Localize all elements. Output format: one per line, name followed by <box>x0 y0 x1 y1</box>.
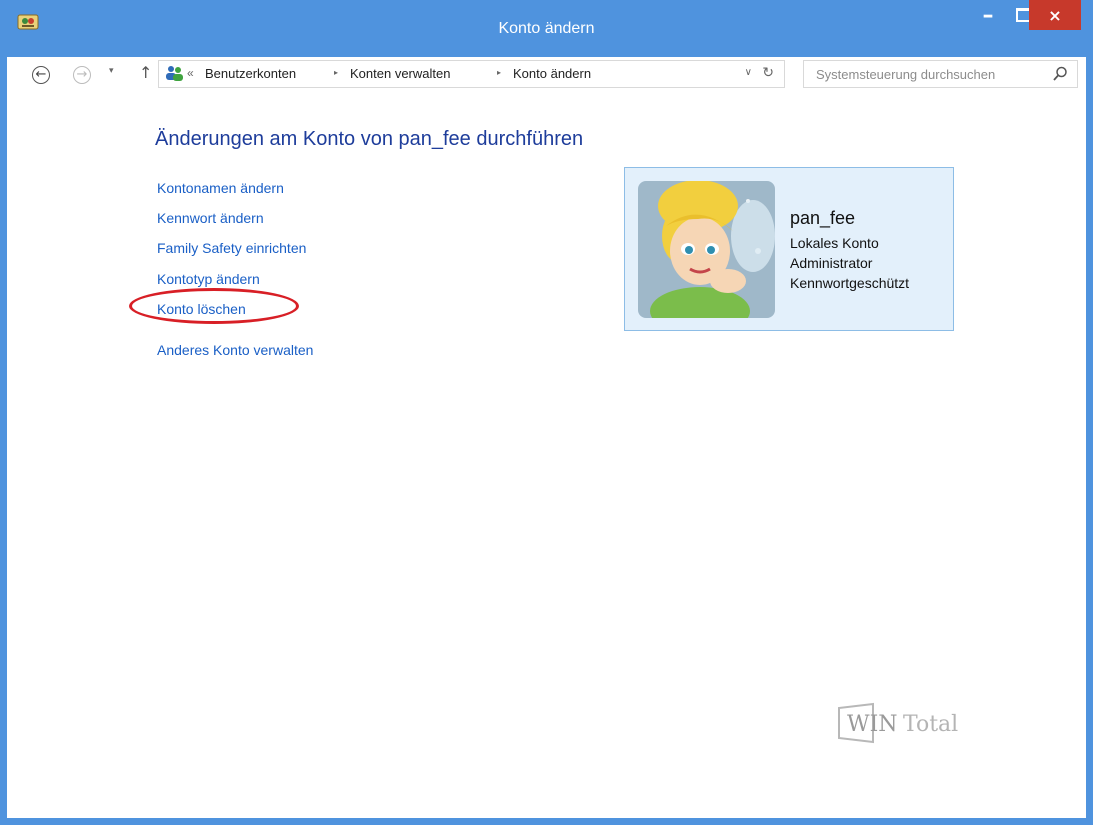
title-bar[interactable]: Konto ändern – × <box>0 0 1093 64</box>
control-panel-window: Konto ändern – × ← → ▾ ↑ « Benutzerkonte… <box>0 0 1093 825</box>
highlight-ellipse <box>129 288 299 324</box>
address-dropdown-icon[interactable]: ∨ <box>745 67 752 78</box>
arrow-left-icon: ← <box>35 67 47 82</box>
recent-locations-button[interactable]: ▾ <box>109 66 114 76</box>
close-icon: × <box>1048 5 1062 25</box>
page-title: Änderungen am Konto von pan_fee durchfüh… <box>155 128 584 150</box>
account-name: pan_fee <box>790 208 856 228</box>
forward-button[interactable]: → <box>73 66 91 84</box>
task-link-kontotyp-aendern[interactable]: Kontotyp ändern <box>157 271 260 287</box>
task-link-anderes-konto-verwalten[interactable]: Anderes Konto verwalten <box>157 342 313 358</box>
avatar <box>638 181 775 318</box>
account-role: Administrator <box>790 255 873 271</box>
minimize-icon: – <box>982 2 994 28</box>
up-button[interactable]: ↑ <box>139 63 152 82</box>
minimize-button[interactable]: – <box>970 0 1006 30</box>
address-bar[interactable]: « Benutzerkonten ▸ Konten verwalten ▸ Ko… <box>158 60 785 88</box>
close-button[interactable]: × <box>1029 0 1081 30</box>
breadcrumb-benutzerkonten[interactable]: Benutzerkonten <box>205 66 296 81</box>
search-input[interactable]: Systemsteuerung durchsuchen <box>803 60 1078 88</box>
watermark: WIN Total <box>833 694 1013 754</box>
breadcrumb-separator-icon[interactable]: ▸ <box>497 68 501 77</box>
breadcrumb-konto-aendern[interactable]: Konto ändern <box>513 66 591 81</box>
task-link-kennwort-aendern[interactable]: Kennwort ändern <box>157 210 264 226</box>
task-link-kontonamen-aendern[interactable]: Kontonamen ändern <box>157 180 284 196</box>
arrow-right-icon: → <box>76 67 88 82</box>
breadcrumb-separator-icon[interactable]: ▸ <box>334 68 338 77</box>
user-accounts-icon <box>166 66 183 81</box>
account-protection: Kennwortgeschützt <box>790 275 910 291</box>
wintotal-logo-icon: WIN Total <box>838 702 958 744</box>
arrow-up-icon: ↑ <box>139 63 153 82</box>
fairy-avatar-icon <box>638 181 775 318</box>
account-type: Lokales Konto <box>790 235 879 251</box>
breadcrumb-konten-verwalten[interactable]: Konten verwalten <box>350 66 450 81</box>
svg-text:WIN: WIN <box>847 712 898 737</box>
account-card: pan_fee Lokales Konto Administrator Kenn… <box>624 167 954 331</box>
search-icon[interactable] <box>1052 66 1068 82</box>
window-title: Konto ändern <box>498 20 595 37</box>
task-link-family-safety[interactable]: Family Safety einrichten <box>157 240 306 256</box>
breadcrumb-overflow-icon[interactable]: « <box>187 66 194 80</box>
chevron-down-icon: ▾ <box>109 66 114 76</box>
refresh-icon[interactable]: ↻ <box>762 64 774 81</box>
navigation-bar: ← → ▾ ↑ « Benutzerkonten ▸ Konten verwal… <box>7 57 1086 97</box>
back-button[interactable]: ← <box>32 66 50 84</box>
search-placeholder: Systemsteuerung durchsuchen <box>816 67 996 82</box>
svg-text:Total: Total <box>903 712 958 737</box>
